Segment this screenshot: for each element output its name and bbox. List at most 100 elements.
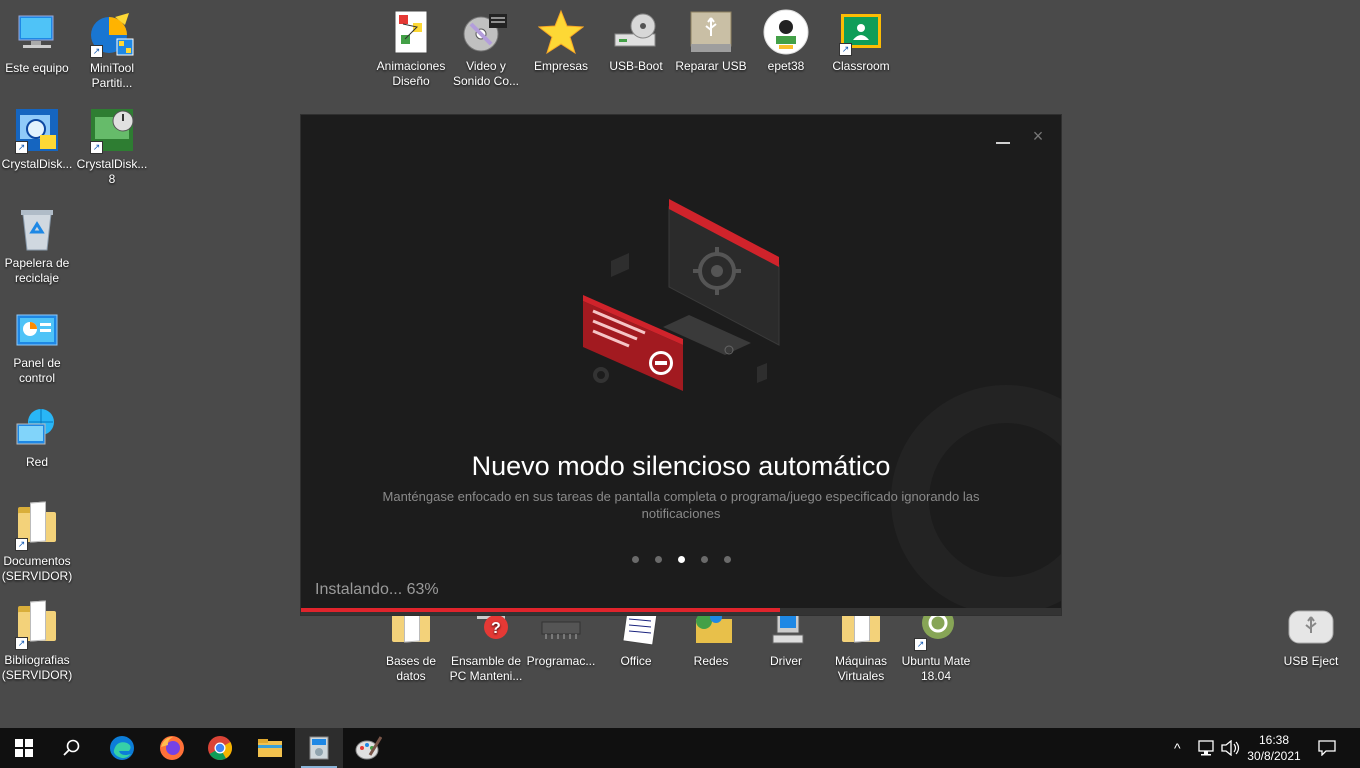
minitool-icon: ↗: [88, 10, 136, 58]
desktop-icon-label: Video y Sonido Co...: [452, 59, 520, 88]
shortcut-arrow-icon: ↗: [914, 638, 927, 651]
desktop-icon-red[interactable]: Red: [0, 404, 74, 470]
folder-network-icon: ↗: [13, 503, 61, 551]
slide-description: Manténgase enfocado en sus tareas de pan…: [382, 489, 980, 521]
desktop-icon-label: Bibliografias (SERVIDOR): [1, 653, 73, 682]
network-status-button[interactable]: [1198, 728, 1216, 768]
desktop-icon-usb-eject[interactable]: USB Eject: [1274, 603, 1348, 669]
animation-design-icon: [387, 8, 435, 56]
desktop-icon-label: Bases de datos: [385, 654, 437, 683]
network-status-icon: [1198, 740, 1214, 756]
desktop-icon-label: Panel de control: [13, 356, 61, 385]
slide-title: Nuevo modo silencioso automático: [471, 451, 891, 481]
start-button[interactable]: [0, 728, 48, 768]
desktop-icon-label: Máquinas Virtuales: [834, 654, 888, 683]
volume-icon: [1221, 740, 1240, 756]
desktop-icon-empresas[interactable]: Empresas: [524, 8, 598, 74]
network-icon: [13, 404, 61, 452]
desktop-icon-video-sonido[interactable]: Video y Sonido Co...: [449, 8, 523, 89]
clock-time: 16:38: [1258, 733, 1290, 747]
desktop-icon-label: USB-Boot: [609, 59, 663, 73]
desktop-icon-bibliografias[interactable]: ↗ Bibliografias (SERVIDOR): [0, 602, 74, 683]
silent-mode-illustration: [583, 199, 780, 391]
pagination-dot-active[interactable]: [677, 556, 685, 563]
desktop-icon-usb-boot[interactable]: USB-Boot: [599, 8, 673, 74]
desktop-icon-label: Classroom: [832, 59, 890, 73]
taskbar: ^ 16:38 30/8/2021: [0, 728, 1360, 768]
desktop-icon-label: Animaciones Diseño: [376, 59, 446, 88]
control-panel-icon: [13, 305, 61, 353]
usb-drive-icon: [687, 8, 735, 56]
taskbar-installer-app[interactable]: [295, 728, 343, 768]
paint-app-icon: [355, 736, 382, 760]
shortcut-arrow-icon: ↗: [15, 538, 28, 551]
desktop-icon-label: USB Eject: [1283, 654, 1339, 668]
crystaldisk-icon: ↗: [13, 106, 61, 154]
desktop-icon-papelera[interactable]: Papelera de reciclaje: [0, 205, 74, 286]
epet38-logo-icon: [762, 8, 810, 56]
desktop-icon-panel-control[interactable]: Panel de control: [0, 305, 74, 386]
shortcut-arrow-icon: ↗: [839, 43, 852, 56]
desktop-icon-label: Office: [620, 654, 652, 668]
desktop-icon-label: Empresas: [533, 59, 589, 73]
desktop-icon-label: Programac...: [526, 654, 596, 668]
slide-pagination: [301, 550, 1061, 568]
chevron-up-icon: ^: [1174, 740, 1181, 756]
desktop-icon-label: Red: [25, 455, 48, 469]
clock-date: 30/8/2021: [1247, 749, 1301, 763]
search-icon: [63, 739, 80, 756]
notification-center-button[interactable]: [1318, 728, 1336, 768]
volume-button[interactable]: [1221, 728, 1241, 768]
crystaldisk-mark-icon: ↗: [88, 106, 136, 154]
usb-eject-icon: [1287, 603, 1335, 651]
edge-icon: [110, 736, 134, 760]
shortcut-arrow-icon: ↗: [15, 141, 28, 154]
notification-card-graphic: [583, 295, 683, 391]
usb-boot-icon: [612, 8, 660, 56]
computer-icon: [13, 10, 61, 58]
close-button[interactable]: ×: [1029, 127, 1047, 145]
desktop-icon-minitool[interactable]: ↗ MiniTool Partiti...: [75, 10, 149, 91]
desktop-icon-classroom[interactable]: ↗ Classroom: [824, 8, 898, 74]
desktop-icon-este-equipo[interactable]: Este equipo: [0, 10, 74, 76]
firefox-icon: [160, 736, 184, 760]
desktop-icon-label: Ensamble de PC Manteni...: [449, 654, 523, 683]
desktop-icon-label: Este equipo: [5, 61, 69, 75]
desktop-icon-crystaldisk-info[interactable]: ↗ CrystalDisk...: [0, 106, 74, 172]
desktop-icon-reparar-usb[interactable]: Reparar USB: [674, 8, 748, 74]
minimize-button[interactable]: [996, 133, 1012, 147]
windows-start-icon: [15, 739, 33, 757]
recycle-bin-icon: [13, 205, 61, 253]
pagination-dot[interactable]: [723, 556, 731, 563]
taskbar-file-explorer[interactable]: [246, 728, 294, 768]
svg-text:?: ?: [491, 620, 501, 637]
desktop-icon-label: Papelera de reciclaje: [4, 256, 70, 285]
folder-network-icon: ↗: [13, 602, 61, 650]
video-sound-icon: [462, 8, 510, 56]
install-progress-fill: [301, 608, 780, 612]
desktop-icon-crystaldisk-mark[interactable]: ↗ CrystalDisk... 8: [75, 106, 149, 187]
desktop-icon-label: Documentos (SERVIDOR): [1, 554, 73, 583]
desktop-icon-animaciones[interactable]: Animaciones Diseño: [374, 8, 448, 89]
shortcut-arrow-icon: ↗: [15, 637, 28, 650]
star-icon: [537, 8, 585, 56]
desktop-icon-label: epet38: [767, 59, 805, 73]
pagination-dot[interactable]: [700, 556, 708, 563]
taskbar-chrome[interactable]: [196, 728, 244, 768]
desktop-icon-label: MiniTool Partiti...: [89, 61, 134, 90]
desktop-icon-label: CrystalDisk...: [1, 157, 73, 171]
taskbar-edge[interactable]: [98, 728, 146, 768]
shortcut-arrow-icon: ↗: [90, 45, 103, 58]
show-hidden-icons-button[interactable]: ^: [1174, 728, 1181, 768]
taskbar-firefox[interactable]: [148, 728, 196, 768]
taskbar-clock[interactable]: 16:38 30/8/2021: [1244, 732, 1304, 764]
pagination-dot[interactable]: [631, 556, 639, 563]
installer-window: × Nuevo modo silencioso automático Manté…: [300, 114, 1062, 616]
install-status-text: Instalando... 63%: [315, 581, 439, 598]
search-button[interactable]: [48, 728, 96, 768]
desktop-icon-epet38[interactable]: epet38: [749, 8, 823, 74]
desktop-icon-documentos[interactable]: ↗ Documentos (SERVIDOR): [0, 503, 74, 584]
pagination-dot[interactable]: [654, 556, 662, 563]
installer-app-icon: [309, 736, 329, 760]
taskbar-paint-app[interactable]: [344, 728, 392, 768]
